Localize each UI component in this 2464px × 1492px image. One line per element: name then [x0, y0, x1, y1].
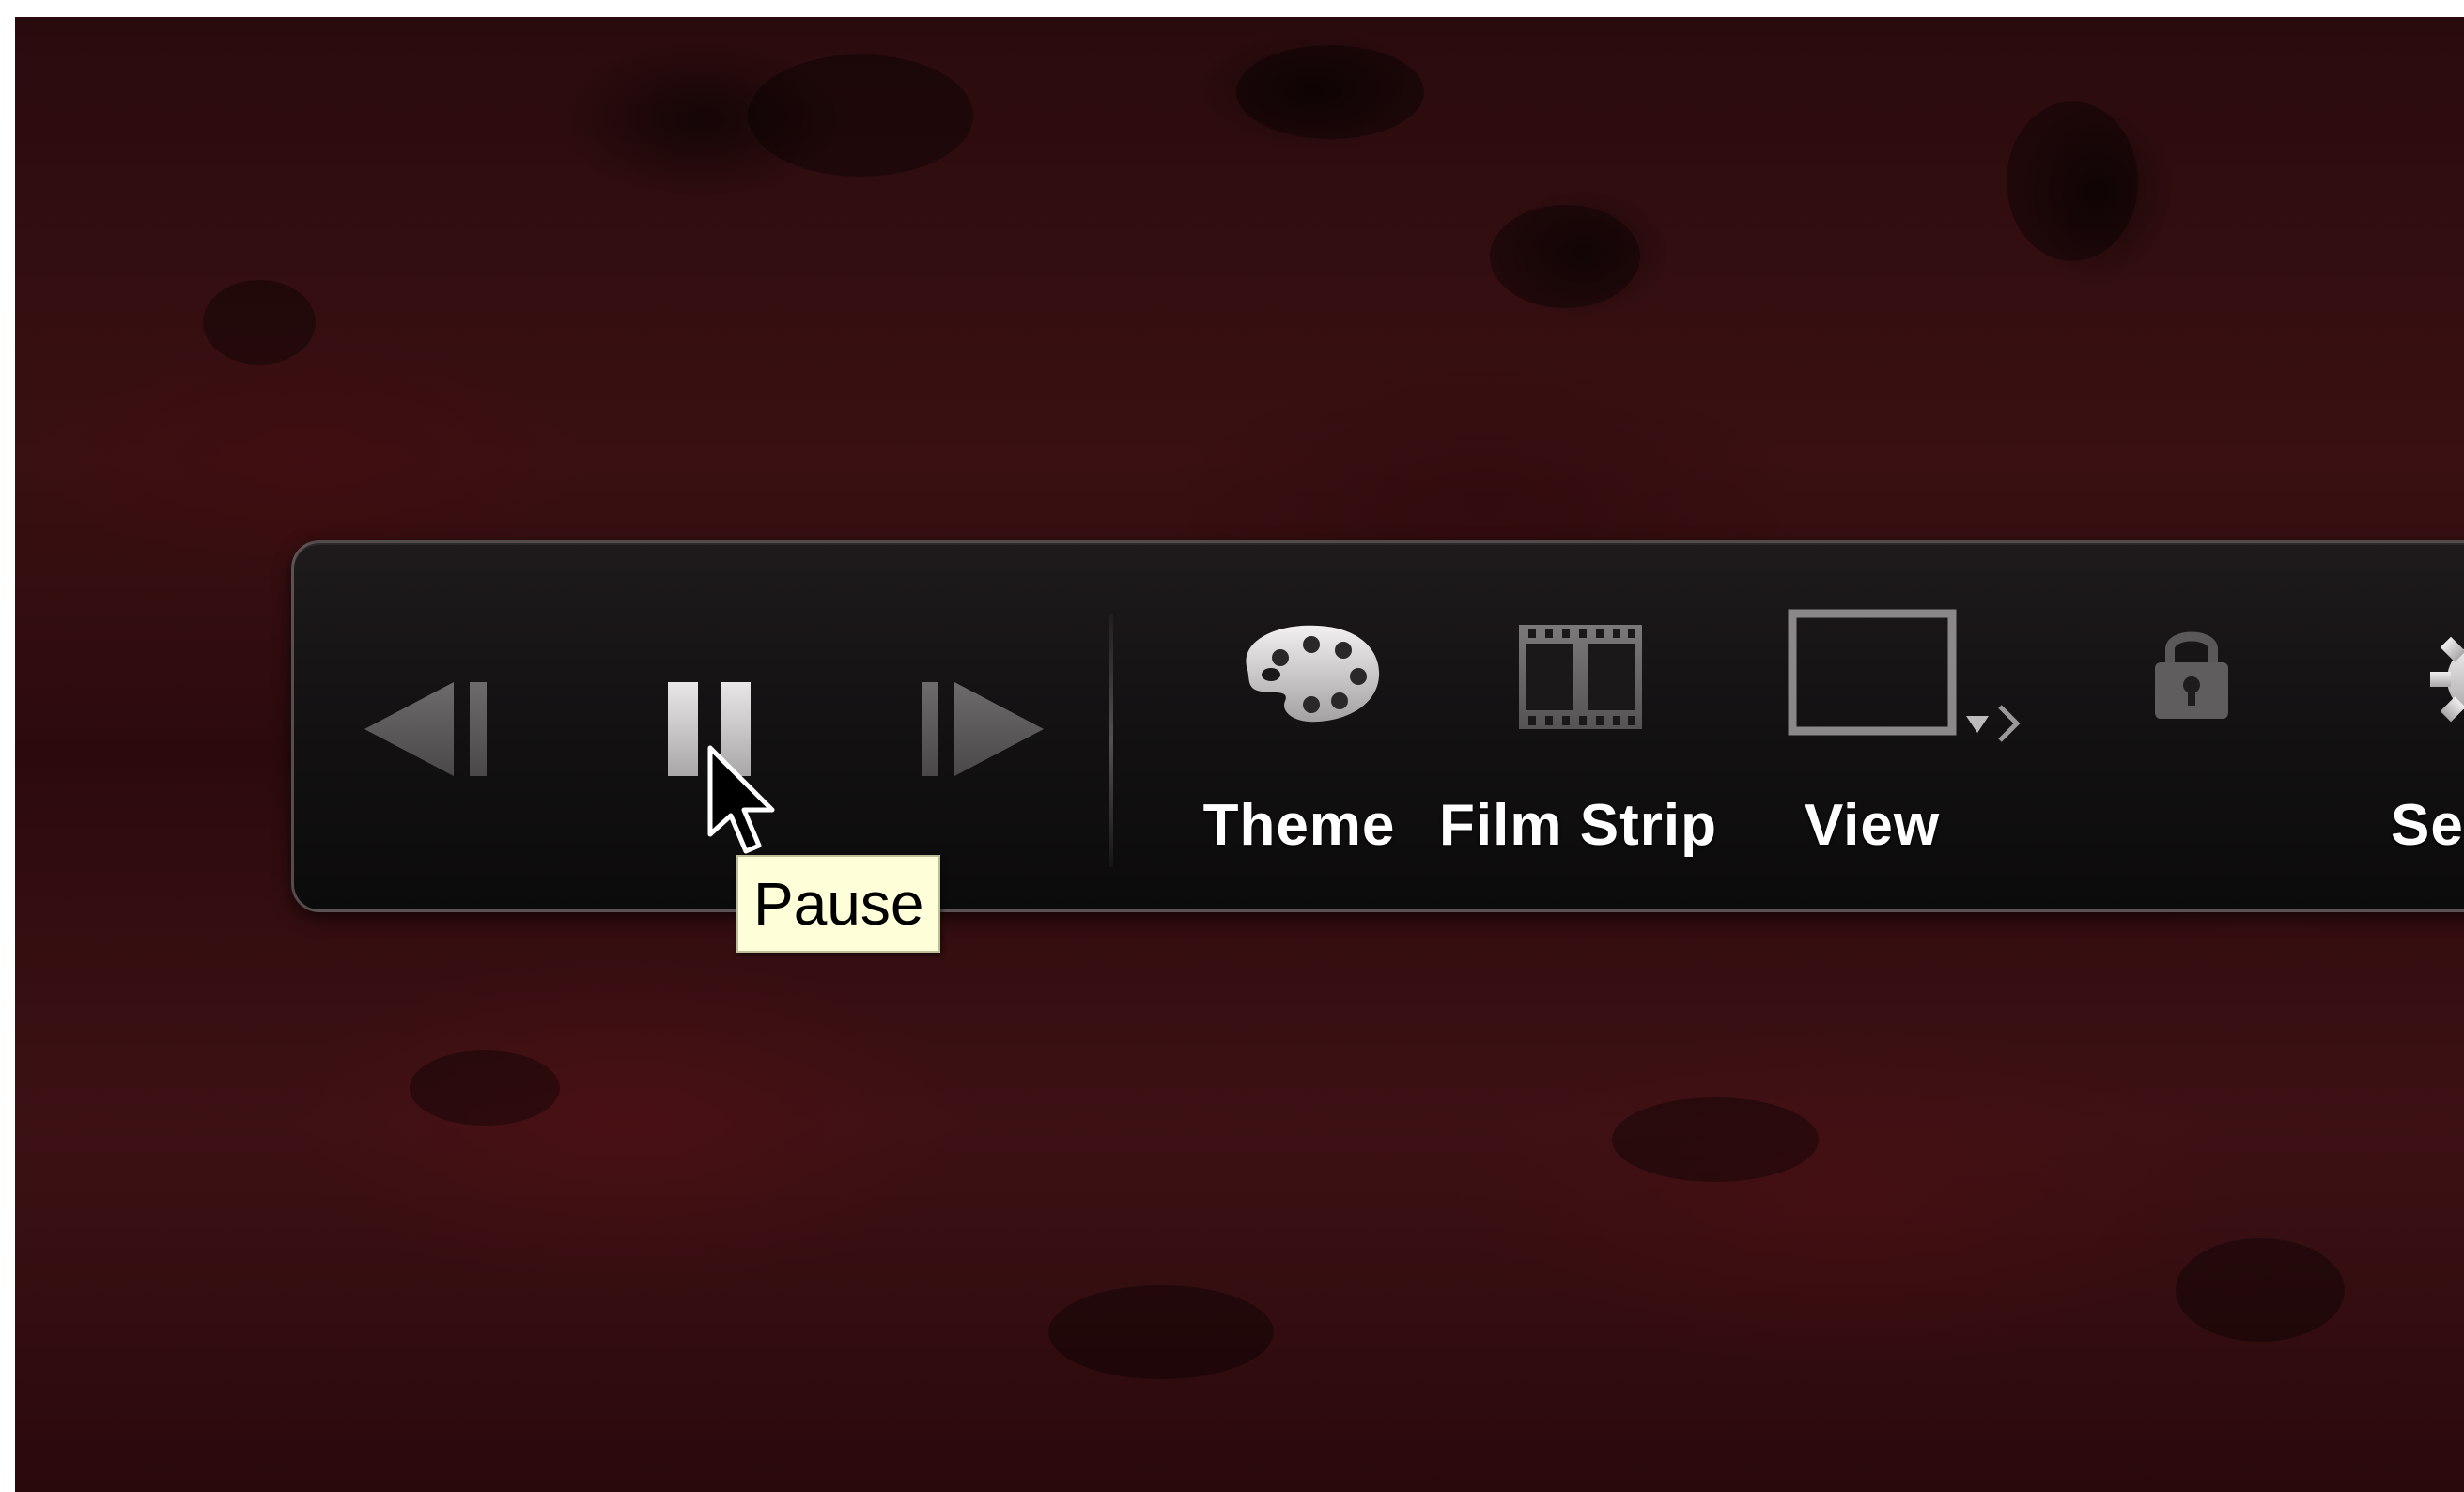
- chevron-right-icon: [1996, 703, 2022, 744]
- toolbar-divider: [1109, 614, 1113, 867]
- mouse-pointer-icon: [706, 744, 782, 871]
- lock-button[interactable]: [2149, 623, 2234, 722]
- film-strip-button[interactable]: Film Strip: [1426, 609, 1727, 881]
- theme-button[interactable]: Theme: [1182, 609, 1417, 881]
- chevron-down-icon: [1964, 714, 1991, 735]
- gear-icon: [2426, 623, 2464, 736]
- view-rectangle-icon: [1788, 609, 1957, 736]
- previous-icon: [364, 682, 496, 776]
- view-button[interactable]: View: [1759, 609, 2041, 881]
- view-label: View: [1804, 793, 1941, 858]
- lock-icon: [2149, 623, 2234, 722]
- film-strip-label: Film Strip: [1439, 793, 1717, 858]
- film-strip-icon: [1517, 623, 1644, 731]
- theme-label: Theme: [1202, 793, 1396, 858]
- next-icon: [922, 682, 1053, 776]
- previous-button[interactable]: [364, 682, 496, 776]
- palette-icon: [1229, 618, 1384, 726]
- next-button[interactable]: [922, 682, 1053, 776]
- settings-button[interactable]: Set: [2361, 609, 2464, 881]
- slideshow-toolbar: Theme Film Strip View Se: [291, 540, 2464, 912]
- settings-label: Set: [2391, 793, 2464, 858]
